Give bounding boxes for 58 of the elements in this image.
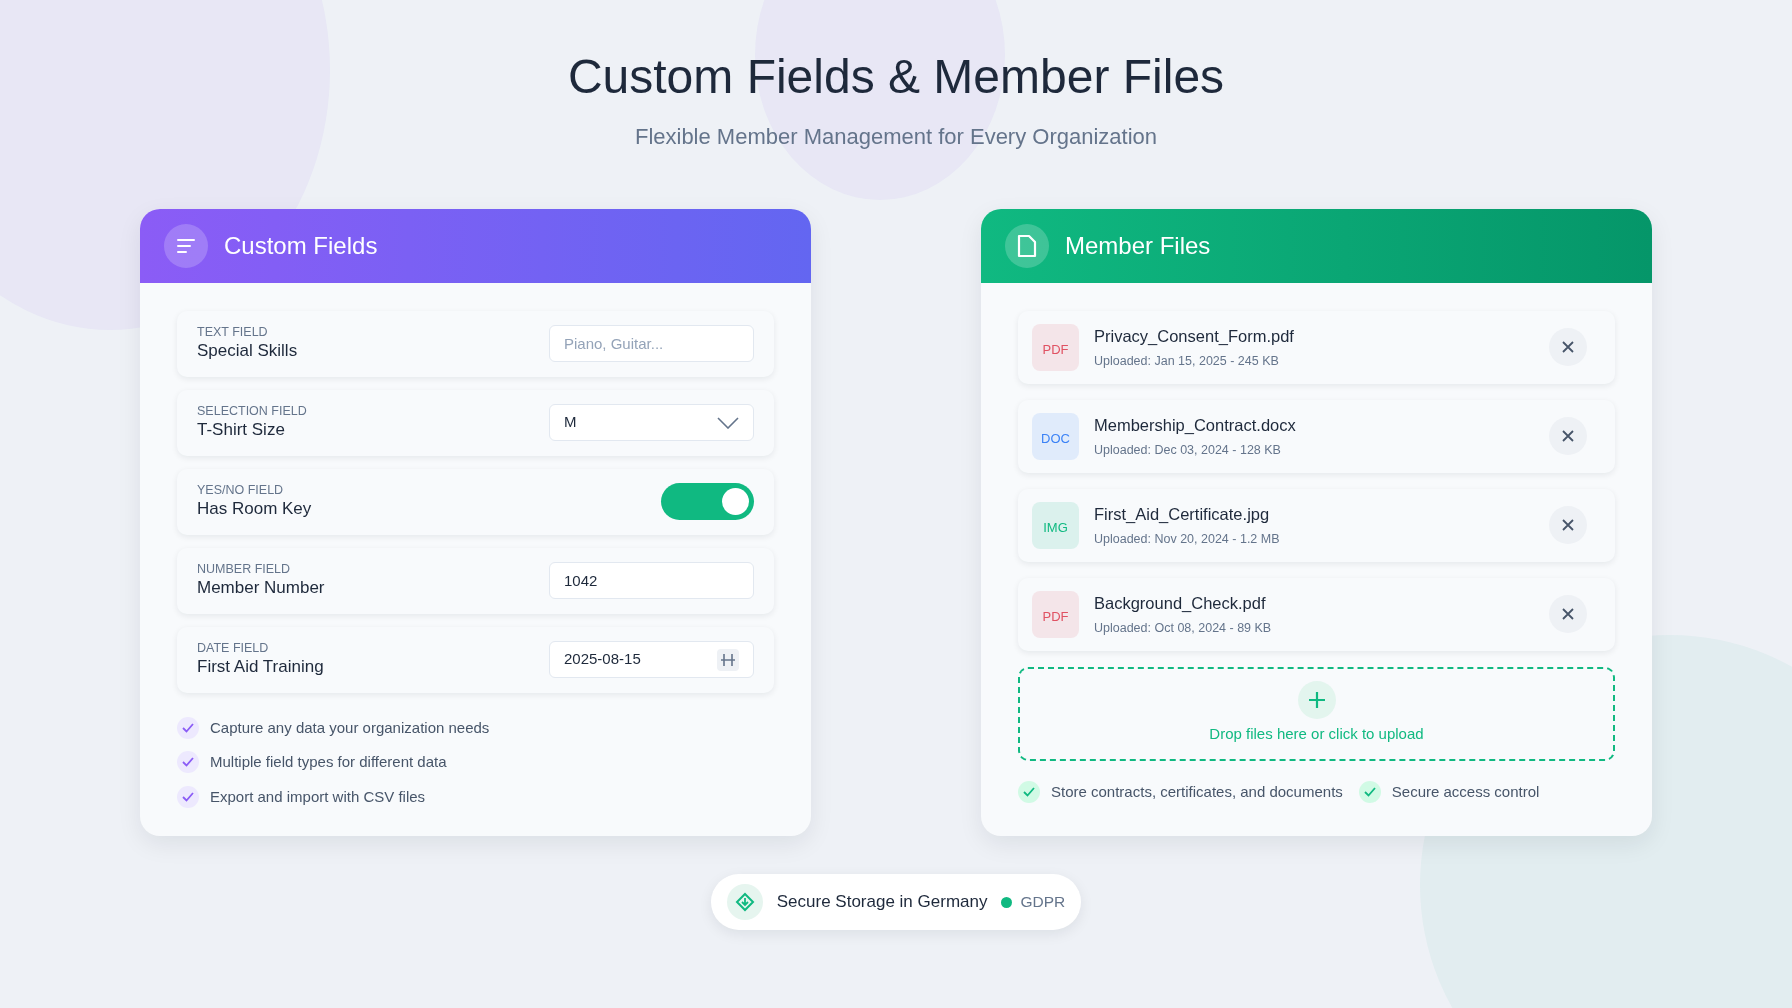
gdpr-label: GDPR	[1020, 892, 1066, 913]
file-meta: Uploaded: Nov 20, 2024 - 1.2 MB	[1094, 530, 1280, 548]
select-field[interactable]: M	[549, 404, 754, 442]
file-meta: Uploaded: Jan 15, 2025 - 245 KB	[1094, 352, 1280, 370]
field-name: T-Shirt Size	[197, 419, 286, 442]
close-icon	[1562, 430, 1574, 443]
panel-title: Member Files	[1065, 230, 1211, 261]
close-icon	[1562, 519, 1574, 532]
file-name: Membership_Contract.docx	[1094, 414, 1296, 436]
file-name: Privacy_Consent_Form.pdf	[1094, 325, 1294, 347]
check-icon	[1018, 780, 1040, 803]
check-icon	[177, 785, 199, 808]
field-name: First Aid Training	[197, 656, 324, 679]
field-type-label: SELECTION FIELD	[197, 404, 307, 420]
file-type-badge: PDF	[1032, 323, 1079, 371]
toggle-switch[interactable]	[661, 483, 754, 521]
feature-text: Store contracts, certificates, and documents	[1051, 781, 1343, 802]
close-button[interactable]	[1549, 417, 1587, 456]
check-icon	[1358, 780, 1381, 803]
file-type-badge: IMG	[1032, 501, 1079, 549]
check-icon	[177, 716, 199, 739]
file-meta: Uploaded: Oct 08, 2024 - 89 KB	[1094, 619, 1272, 637]
storage-text: Secure Storage in Germany	[776, 891, 988, 914]
input-field[interactable]: 1042	[549, 562, 754, 600]
input-field[interactable]: Piano, Guitar...	[549, 325, 754, 363]
feature-text: Capture any data your organization needs	[210, 717, 490, 738]
feature-text: Multiple field types for different data	[210, 752, 447, 773]
panel-title: Custom Fields	[224, 230, 378, 261]
page-subtitle: Flexible Member Management for Every Organization	[633, 122, 1159, 151]
field-type-label: TEXT FIELD	[197, 325, 269, 341]
date-field[interactable]: 2025-08-15	[549, 641, 754, 679]
close-icon	[1562, 341, 1574, 354]
file-type-badge: DOC	[1032, 412, 1079, 460]
shield-download-icon	[726, 884, 763, 921]
field-name: Has Room Key	[197, 498, 312, 521]
document-icon	[1005, 223, 1049, 268]
status-dot	[1001, 896, 1013, 908]
field-type-label: DATE FIELD	[197, 641, 270, 657]
file-type-badge: PDF	[1032, 590, 1079, 638]
file-name: First_Aid_Certificate.jpg	[1094, 503, 1271, 525]
close-icon	[1562, 608, 1574, 621]
field-type-label: NUMBER FIELD	[197, 562, 292, 578]
close-button[interactable]	[1549, 595, 1587, 634]
calendar-icon	[717, 648, 739, 671]
file-name: Background_Check.pdf	[1094, 592, 1267, 614]
feature-text: Export and import with CSV files	[210, 786, 426, 807]
plus-icon	[1297, 681, 1336, 720]
close-button[interactable]	[1549, 506, 1587, 545]
field-name: Special Skills	[197, 340, 298, 363]
feature-text: Secure access control	[1391, 781, 1540, 802]
page-title: Custom Fields & Member Files	[566, 49, 1226, 105]
chevron-down-icon	[717, 416, 739, 429]
field-type-label: YES/NO FIELD	[197, 483, 285, 499]
list-icon	[164, 223, 208, 268]
close-button[interactable]	[1549, 328, 1587, 367]
file-meta: Uploaded: Dec 03, 2024 - 128 KB	[1094, 441, 1282, 459]
field-name: Member Number	[197, 577, 325, 600]
check-icon	[177, 751, 199, 774]
